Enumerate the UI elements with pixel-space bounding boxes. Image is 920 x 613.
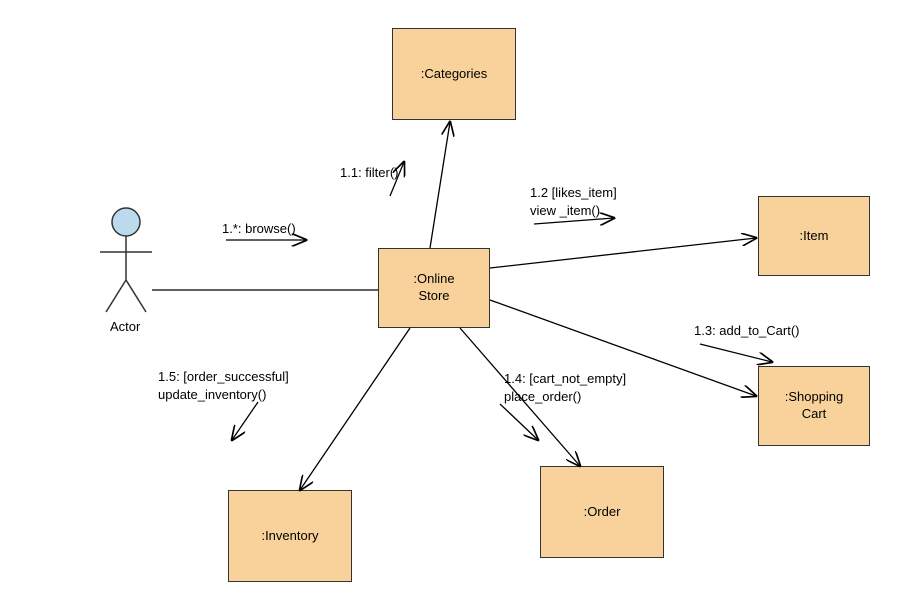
msg-view-item-l1: 1.2 [likes_item] (530, 185, 617, 200)
msg-update-inventory-l2: update_inventory() (158, 387, 266, 402)
node-categories: :Categories (392, 28, 516, 120)
msg-place-order-l1: 1.4: [cart_not_empty] (504, 371, 626, 386)
node-shopping-cart-label: :ShoppingCart (785, 389, 844, 423)
msg-browse: 1.*: browse() (222, 220, 296, 238)
link-online-store-item (490, 238, 756, 268)
msg-add-to-cart: 1.3: add_to_Cart() (694, 322, 800, 340)
msg-filter: 1.1: filter() (340, 164, 399, 182)
node-inventory-label: :Inventory (261, 528, 318, 545)
node-item: :Item (758, 196, 870, 276)
dir-update-inventory (232, 402, 258, 440)
msg-view-item: 1.2 [likes_item] view _item() (530, 184, 617, 219)
link-online-store-categories (430, 122, 450, 248)
node-shopping-cart: :ShoppingCart (758, 366, 870, 446)
msg-place-order-l2: place_order() (504, 389, 581, 404)
node-online-store: :OnlineStore (378, 248, 490, 328)
msg-update-inventory: 1.5: [order_successful] update_inventory… (158, 368, 289, 403)
node-online-store-label: :OnlineStore (413, 271, 454, 305)
msg-update-inventory-l1: 1.5: [order_successful] (158, 369, 289, 384)
node-item-label: :Item (800, 228, 829, 245)
msg-view-item-l2: view _item() (530, 203, 600, 218)
dir-add-to-cart (700, 344, 772, 362)
node-inventory: :Inventory (228, 490, 352, 582)
msg-place-order: 1.4: [cart_not_empty] place_order() (504, 370, 626, 405)
actor-label: Actor (110, 318, 140, 336)
node-order-label: :Order (584, 504, 621, 521)
node-categories-label: :Categories (421, 66, 487, 83)
actor-head-icon (112, 208, 140, 236)
link-online-store-inventory (300, 328, 410, 490)
dir-place-order (500, 404, 538, 440)
node-order: :Order (540, 466, 664, 558)
